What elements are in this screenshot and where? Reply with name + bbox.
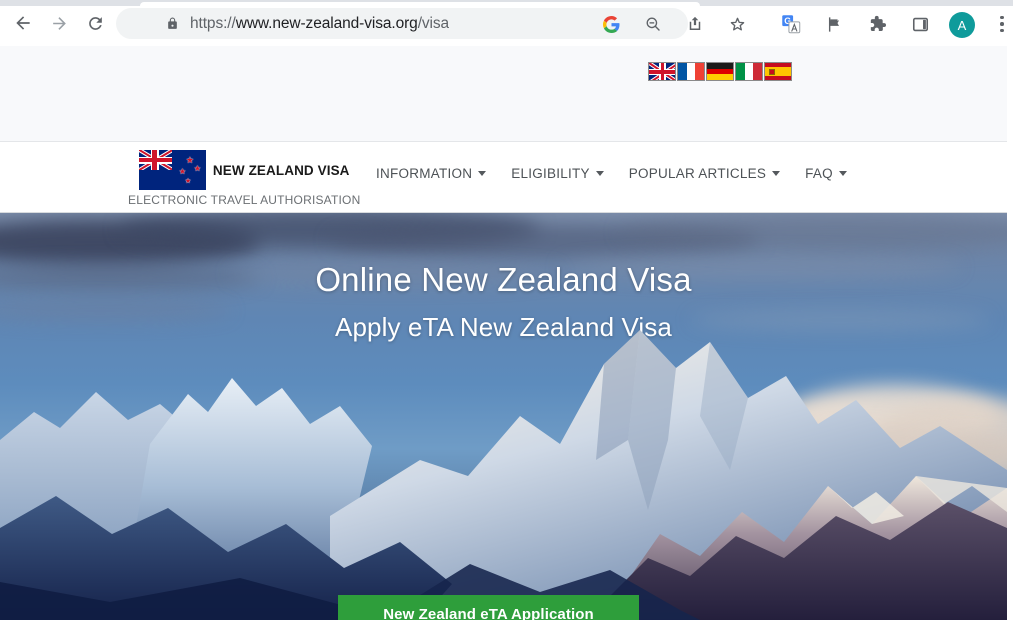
- back-button[interactable]: [8, 8, 38, 38]
- brand-logo-top: ★ ★ ★ ★ NEW ZEALAND VISA: [138, 150, 350, 190]
- language-flag-row: [648, 62, 792, 81]
- active-tab[interactable]: [140, 2, 700, 6]
- hero-cta-button[interactable]: New Zealand eTA Application: [338, 595, 639, 620]
- url-path: /visa: [417, 14, 450, 32]
- nav-item-faq[interactable]: FAQ: [805, 166, 847, 181]
- hero-headline: Online New Zealand Visa: [315, 261, 692, 298]
- url-scheme: https://: [190, 14, 236, 32]
- back-arrow-icon: [16, 16, 30, 30]
- url-text: https://www.new-zealand-visa.org/visa: [190, 15, 449, 33]
- chevron-down-icon: [772, 171, 781, 176]
- menu-dot: [1000, 28, 1004, 33]
- flag-spain[interactable]: [764, 62, 792, 81]
- nav-item-popular-articles[interactable]: POPULAR ARTICLES: [628, 166, 781, 181]
- hero-cta-label: New Zealand eTA Application: [383, 606, 594, 620]
- google-lens-icon[interactable]: [598, 11, 624, 37]
- site-header: ★ ★ ★ ★ NEW ZEALAND VISA ELECTRONIC TRAV…: [0, 142, 1007, 213]
- google-translate-icon[interactable]: G: [778, 11, 804, 37]
- chevron-down-icon: [838, 171, 847, 176]
- menu-dot: [1000, 22, 1004, 26]
- utility-bar: Select Language APPLY ONLINE: [0, 46, 1007, 178]
- nav-item-eligibility[interactable]: ELIGIBILITY: [511, 166, 604, 181]
- main-nav: INFORMATION ELIGIBILITY POPULAR ARTICLES…: [376, 166, 847, 181]
- reload-icon: [88, 16, 102, 30]
- page-right-gutter: [1007, 46, 1013, 621]
- menu-dot: [1000, 15, 1004, 20]
- nav-item-label: INFORMATION: [376, 166, 473, 181]
- extensions-puzzle-icon[interactable]: [864, 11, 890, 37]
- hero-banner: Online New Zealand Visa Apply eTA New Ze…: [0, 213, 1007, 620]
- nav-item-label: FAQ: [805, 166, 833, 181]
- flag-germany[interactable]: [706, 62, 734, 81]
- flag-icon[interactable]: [821, 11, 847, 37]
- flag-united-kingdom[interactable]: [648, 62, 676, 81]
- nav-item-label: POPULAR ARTICLES: [628, 166, 767, 181]
- mountain-range-illustration: [0, 330, 1007, 620]
- chevron-down-icon: [595, 171, 604, 176]
- new-zealand-flag-icon: ★ ★ ★ ★: [138, 150, 206, 190]
- reload-button[interactable]: [80, 8, 110, 38]
- brand-title: NEW ZEALAND VISA: [212, 162, 350, 178]
- lock-icon: [164, 16, 180, 32]
- nav-item-information[interactable]: INFORMATION: [376, 166, 487, 181]
- profile-initial: A: [957, 17, 967, 33]
- flag-italy[interactable]: [735, 62, 763, 81]
- zoom-out-icon[interactable]: [640, 11, 666, 37]
- page-viewport: Select Language APPLY ONLINE: [0, 46, 1013, 621]
- tab-strip-right-edge: [983, 0, 1013, 6]
- side-panel-icon[interactable]: [907, 11, 933, 37]
- chevron-down-icon: [478, 171, 487, 176]
- profile-avatar[interactable]: A: [949, 12, 975, 38]
- nav-item-label: ELIGIBILITY: [511, 166, 590, 181]
- browser-chrome: https://www.new-zealand-visa.org/visa G …: [0, 0, 1013, 46]
- brand-subtitle: ELECTRONIC TRAVEL AUTHORISATION: [128, 193, 361, 207]
- bookmark-star-icon[interactable]: [724, 11, 750, 37]
- forward-arrow-icon: [52, 16, 66, 30]
- tab-strip: [0, 0, 1013, 6]
- chrome-menu-button[interactable]: [993, 11, 1011, 37]
- share-icon[interactable]: [682, 11, 708, 37]
- brand-logo[interactable]: ★ ★ ★ ★ NEW ZEALAND VISA ELECTRONIC TRAV…: [128, 150, 360, 207]
- url-host: www.new-zealand-visa.org: [235, 14, 418, 32]
- flag-france[interactable]: [677, 62, 705, 81]
- forward-button[interactable]: [44, 8, 74, 38]
